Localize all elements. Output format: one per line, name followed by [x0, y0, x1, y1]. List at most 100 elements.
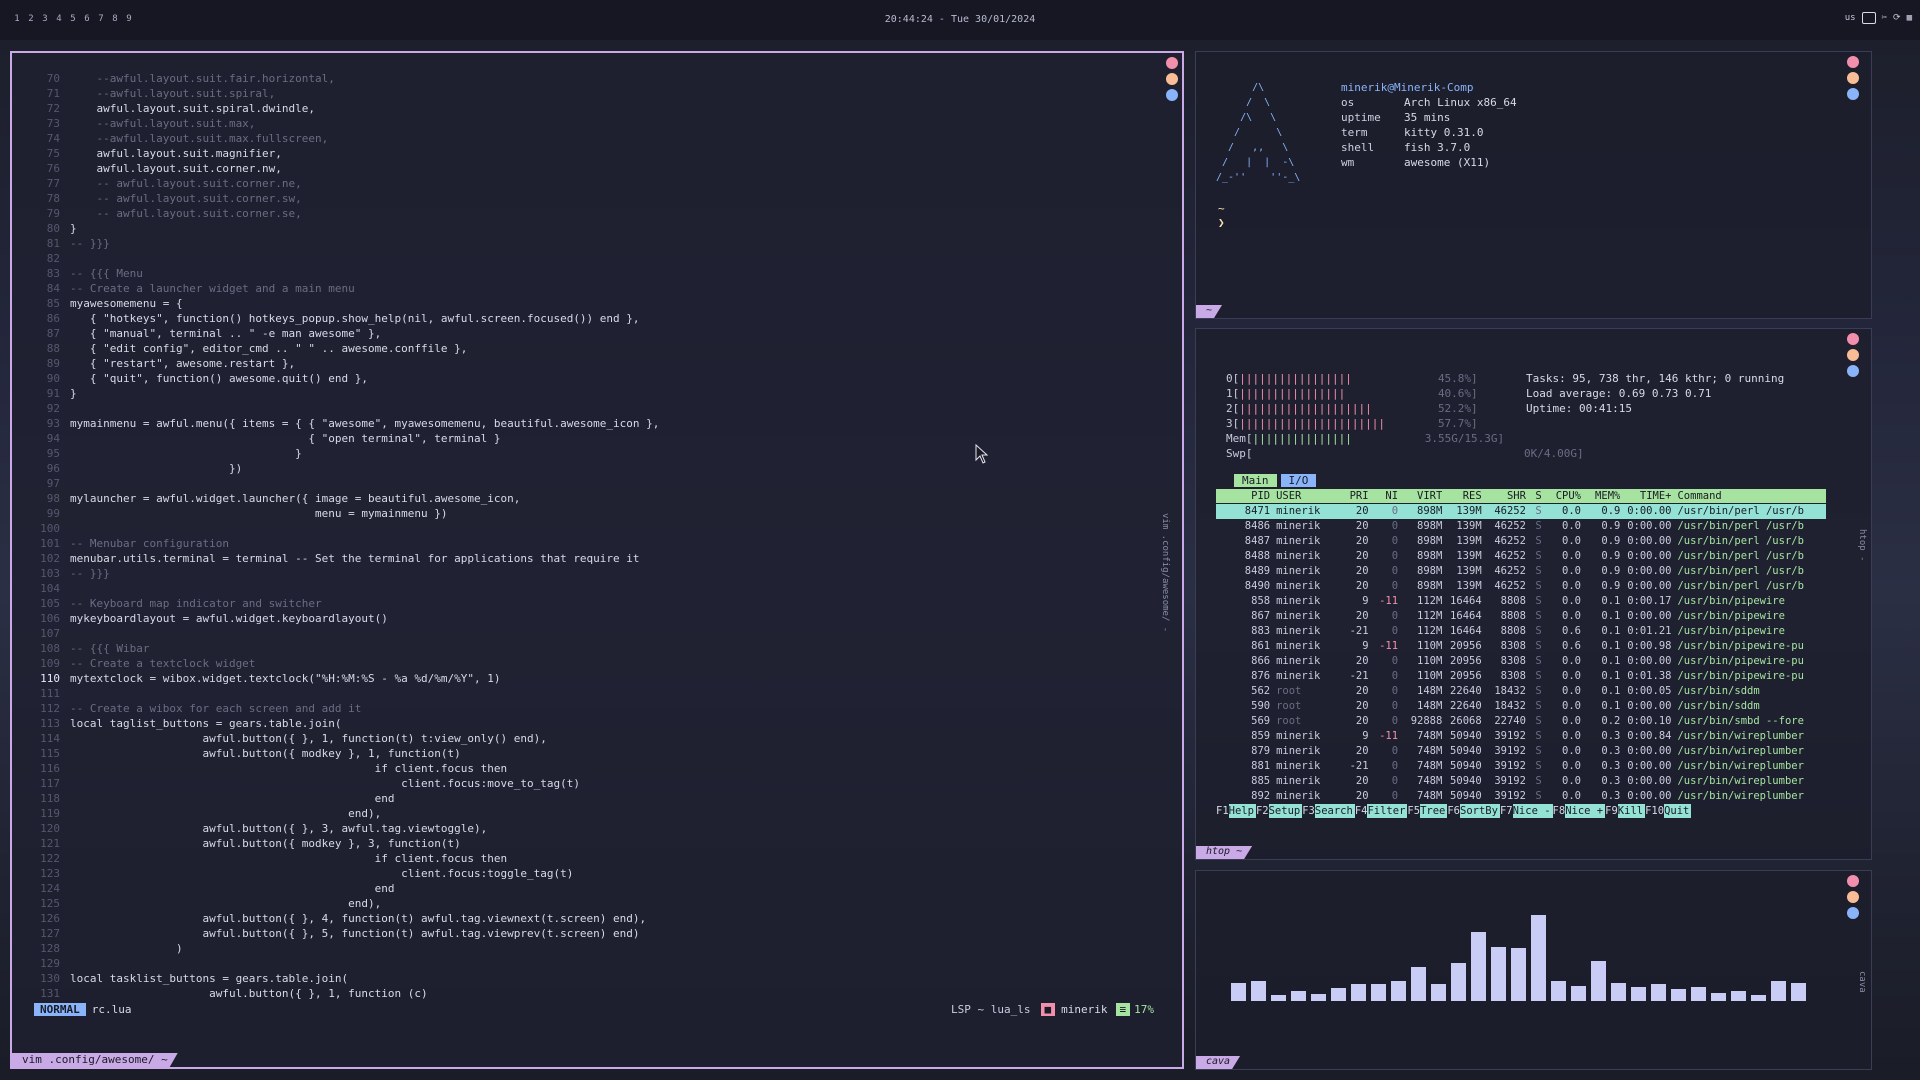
process-row[interactable]: 892 minerik 20 0 748M 50940 39192 S 0.0 0.3 0:00.0… [1216, 789, 1826, 804]
close-button[interactable] [1847, 333, 1859, 345]
window-tab[interactable]: ~ [1196, 305, 1222, 318]
process-cell: 8488 [1244, 550, 1271, 562]
fkey-label[interactable]: Nice + [1565, 804, 1606, 818]
tab-io[interactable]: I/O [1280, 474, 1317, 487]
maximize-button[interactable] [1166, 73, 1178, 85]
process-row[interactable]: 562 root 20 0 148M 22640 18432 S 0.0 0.1 0:00.05/u… [1216, 684, 1826, 699]
code-line: 94 { "open terminal", terminal } [24, 431, 1134, 446]
column-header[interactable]: RES [1442, 489, 1482, 503]
minimize-button[interactable] [1847, 88, 1859, 100]
column-header[interactable]: NI [1369, 489, 1398, 503]
line-text: local tasklist_buttons = gears.table.joi… [70, 972, 349, 985]
fkey-f1[interactable]: F1 [1216, 804, 1229, 818]
line-text: -- awful.layout.suit.corner.sw, [70, 192, 302, 205]
info-value: 35 mins [1404, 111, 1451, 124]
minimize-button[interactable] [1847, 365, 1859, 377]
update-icon[interactable]: ⟳ [1893, 13, 1901, 23]
process-cell: 0 [1391, 775, 1399, 787]
fkey-label[interactable]: Setup [1268, 804, 1303, 818]
process-row[interactable]: 866 minerik 20 0 110M 20956 8308 S 0.0 0.1 0:00.00… [1216, 654, 1826, 669]
minimize-button[interactable] [1166, 89, 1178, 101]
fkey-f4[interactable]: F4 [1355, 804, 1368, 818]
process-row[interactable]: 8490 minerik 20 0 898M 139M 46252 S 0.0 0.9 0:00.0… [1216, 579, 1826, 594]
column-header[interactable]: VIRT [1398, 489, 1442, 503]
close-button[interactable] [1847, 875, 1859, 887]
process-row[interactable]: 8489 minerik 20 0 898M 139M 46252 S 0.0 0.9 0:00.0… [1216, 564, 1826, 579]
process-cell: 0.9 [1601, 520, 1621, 532]
maximize-button[interactable] [1847, 72, 1859, 84]
fkey-label[interactable]: Quit [1664, 804, 1692, 818]
process-row[interactable]: 590 root 20 0 148M 22640 18432 S 0.0 0.1 0:00.00/u… [1216, 699, 1826, 714]
process-cell: 0.9 [1601, 550, 1621, 562]
fkey-f7[interactable]: F7 [1500, 804, 1513, 818]
maximize-button[interactable] [1847, 891, 1859, 903]
process-row[interactable]: 861 minerik 9 -11 110M 20956 8308 S 0.6 0.1 0:00.9… [1216, 639, 1826, 654]
tab-main[interactable]: Main [1234, 474, 1277, 487]
fetch-window[interactable]: /\ / \ /\ \ / \ / ,, \ / | | -\ /_-'' ''… [1195, 51, 1872, 319]
info-value: Arch Linux x86_64 [1404, 96, 1517, 109]
close-button[interactable] [1166, 57, 1178, 69]
fkey-label[interactable]: Kill [1617, 804, 1646, 818]
process-row[interactable]: 885 minerik 20 0 748M 50940 39192 S 0.0 0.3 0:00.0… [1216, 774, 1826, 789]
code-editor[interactable]: 70 --awful.layout.suit.fair.horizontal, 7… [24, 71, 1134, 1011]
process-row[interactable]: 876 minerik -21 0 110M 20956 8308 S 0.0 0.1 0:01.3… [1216, 669, 1826, 684]
window-tab[interactable]: vim .config/awesome/ ~ [12, 1053, 178, 1067]
fkey-f8[interactable]: F8 [1553, 804, 1566, 818]
process-row[interactable]: 8471 minerik 20 0 898M 139M 46252 S 0.0 0.9 0:00.0… [1216, 504, 1826, 519]
fkey-f10[interactable]: F10 [1645, 804, 1664, 818]
vim-window[interactable]: 70 --awful.layout.suit.fair.horizontal, 7… [10, 51, 1184, 1069]
fkey-label[interactable]: Help [1228, 804, 1256, 818]
line-number: 86 [46, 312, 60, 325]
process-row[interactable]: 8488 minerik 20 0 898M 139M 46252 S 0.0 0.9 0:00.0… [1216, 549, 1826, 564]
process-row[interactable]: 883 minerik -21 0 112M 16464 8808 S 0.6 0.1 0:01.2… [1216, 624, 1826, 639]
process-row[interactable]: 569 root 20 0 92888 26068 22740 S 0.0 0.2 0:00.10 /… [1216, 714, 1826, 729]
column-header[interactable]: Command [1671, 489, 1826, 503]
process-row[interactable]: 8487 minerik 20 0 898M 139M 46252 S 0.0 0.9 0:00.0… [1216, 534, 1826, 549]
column-header[interactable]: USER [1270, 489, 1329, 503]
process-cell: 0 [1391, 580, 1399, 592]
visualizer-bar [1711, 993, 1726, 1001]
process-row[interactable]: 881 minerik -21 0 748M 50940 39192 S 0.0 0.3 0:00.… [1216, 759, 1826, 774]
line-number: 76 [46, 162, 60, 175]
fkey-label[interactable]: SortBy [1460, 804, 1500, 818]
meter-label: 1[ [1226, 387, 1240, 400]
process-row[interactable]: 8486 minerik 20 0 898M 139M 46252 S 0.0 0.9 0:00.0… [1216, 519, 1826, 534]
fkey-f2[interactable]: F2 [1256, 804, 1269, 818]
code-line: 91} [24, 386, 1134, 401]
htop-window[interactable]: 0[||||||||||||||||| 45.8%] 1[||||||||||||… [1195, 328, 1872, 860]
tools-icon[interactable]: ✂ [1882, 13, 1887, 23]
window-icon[interactable] [1861, 12, 1876, 24]
fkey-f3[interactable]: F3 [1302, 804, 1315, 818]
line-text: { "hotkeys", function() hotkeys_popup.sh… [70, 312, 640, 325]
column-header[interactable]: PRI [1329, 489, 1369, 503]
column-header[interactable]: SHR [1482, 489, 1526, 503]
minimize-button[interactable] [1847, 907, 1859, 919]
process-row[interactable]: 867 minerik 20 0 112M 16464 8808 S 0.0 0.1 0:00.00… [1216, 609, 1826, 624]
shell-prompt[interactable]: ~ ❯ [1218, 202, 1225, 230]
line-number: 108 [40, 642, 60, 655]
fkey-label[interactable]: Filter [1367, 804, 1408, 818]
column-header[interactable]: TIME+ [1620, 489, 1672, 503]
fkey-f9[interactable]: F9 [1605, 804, 1618, 818]
fkey-label[interactable]: Search [1314, 804, 1355, 818]
keyboard-layout[interactable]: us [1845, 13, 1856, 23]
fkey-label[interactable]: Tree [1420, 804, 1448, 818]
fkey-label[interactable]: Nice - [1512, 804, 1553, 818]
process-row[interactable]: 859 minerik 9 -11 748M 50940 39192 S 0.0 0.3 0:00.… [1216, 729, 1826, 744]
column-header[interactable]: PID [1216, 489, 1270, 503]
fkey-f5[interactable]: F5 [1407, 804, 1420, 818]
process-row[interactable]: 858 minerik 9 -11 112M 16464 8808 S 0.0 0.1 0:00.1… [1216, 594, 1826, 609]
maximize-button[interactable] [1847, 349, 1859, 361]
column-header[interactable]: MEM% [1581, 489, 1620, 503]
process-cell: 0 [1391, 520, 1399, 532]
process-row[interactable]: 879 minerik 20 0 748M 50940 39192 S 0.0 0.3 0:00.0… [1216, 744, 1826, 759]
close-button[interactable] [1847, 56, 1859, 68]
column-header[interactable]: S [1526, 489, 1541, 503]
cava-window[interactable]: cava cava [1195, 870, 1872, 1070]
process-list[interactable]: 8471 minerik 20 0 898M 139M 46252 S 0.0 0.9 0:00.0… [1216, 504, 1826, 804]
fkey-f6[interactable]: F6 [1447, 804, 1460, 818]
window-tab[interactable]: htop ~ [1196, 846, 1252, 859]
layout-icon[interactable]: ▦ [1907, 13, 1912, 23]
window-tab[interactable]: cava [1196, 1056, 1240, 1069]
column-header[interactable]: CPU% [1542, 489, 1581, 503]
